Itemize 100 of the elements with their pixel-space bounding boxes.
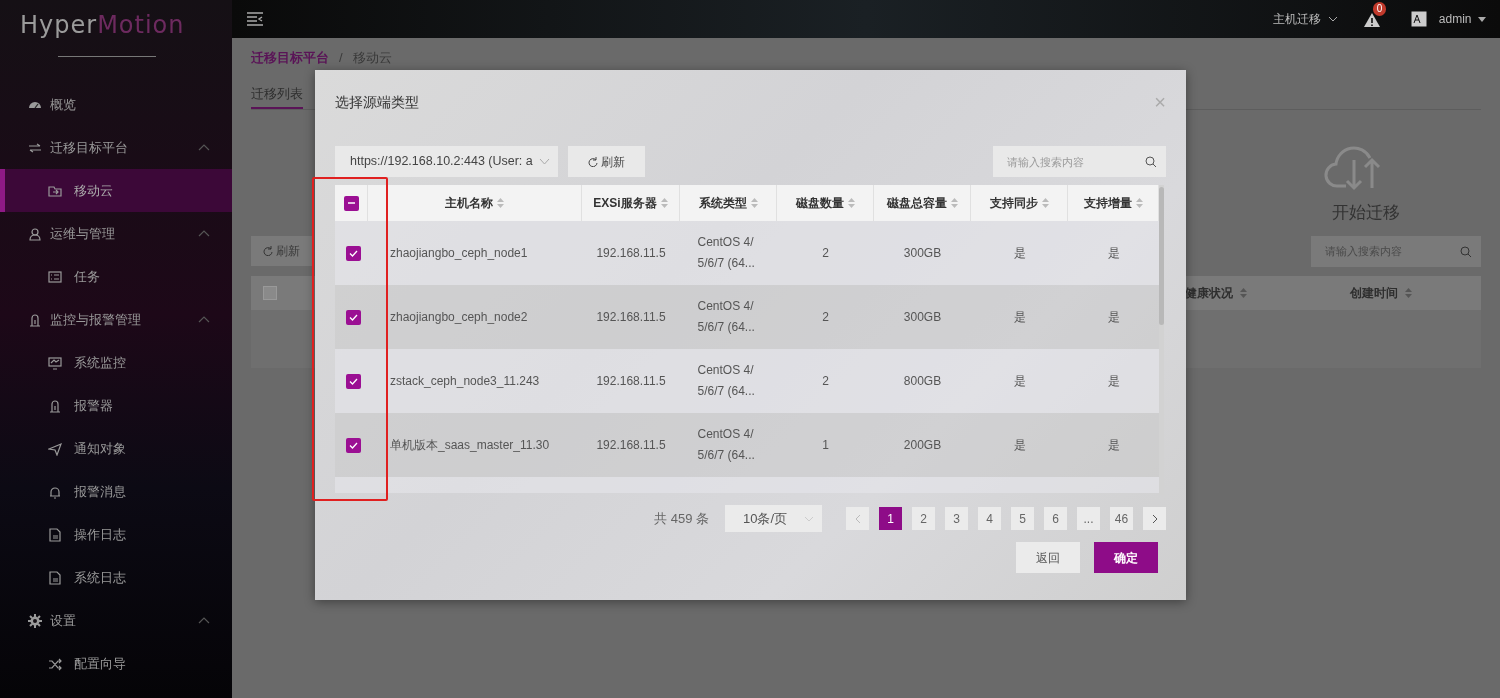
column-header[interactable]: 系统类型	[698, 194, 747, 212]
table-cell-text: 192.168.11.5	[596, 437, 666, 454]
search-icon	[1145, 156, 1157, 168]
table-cell-text: 单机版本_saas_master_11.30	[390, 437, 550, 454]
sidebar-item[interactable]: 迁移目标平台	[0, 126, 232, 169]
page-button[interactable]: ...	[1077, 507, 1100, 530]
table-cell-text: 300GB	[903, 245, 942, 262]
table-cell-text: CentOS 4/5/6/7 (64...	[697, 362, 756, 400]
column-header[interactable]: 磁盘总容量	[886, 194, 947, 212]
sidebar-item[interactable]: 系统监控	[0, 341, 232, 384]
sidebar-item[interactable]: 概览	[0, 83, 232, 126]
column-header[interactable]: 主机名称	[445, 194, 493, 212]
sidebar-item[interactable]: 任务	[0, 255, 232, 298]
table-cell-text: zstack_ceph_node3_11.243	[390, 373, 540, 390]
page-size-select[interactable]: 10条/页	[725, 505, 822, 532]
table-cell-text: CentOS 4/5/6/7 (64...	[697, 426, 756, 464]
back-button[interactable]: 返回	[1016, 542, 1080, 573]
sidebar-item[interactable]: 监控与报警管理	[0, 298, 232, 341]
bell-icon	[48, 484, 62, 499]
refresh-icon	[263, 246, 273, 256]
notification-count-badge: 0	[1372, 2, 1387, 16]
table-cell-text: 2	[822, 373, 829, 390]
siren-icon	[48, 398, 62, 413]
sort-icon[interactable]	[1404, 287, 1412, 298]
column-header[interactable]: EXSi服务器	[593, 194, 657, 212]
total-count: 共 459 条	[654, 509, 709, 528]
menu-icon[interactable]	[246, 12, 264, 26]
table-cell-text: CentOS 4/5/6/7 (64...	[697, 234, 756, 272]
sidebar-item[interactable]: 报警消息	[0, 470, 232, 513]
check-icon	[349, 249, 358, 257]
checkbox[interactable]	[346, 309, 361, 325]
sidebar-item[interactable]: 配置向导	[0, 642, 232, 685]
chevron-down-icon	[804, 515, 814, 522]
caret-icon	[1327, 16, 1338, 22]
page-button[interactable]: 1	[879, 507, 902, 530]
siren-icon	[28, 312, 42, 327]
language-icon[interactable]	[1410, 11, 1427, 27]
warning-icon[interactable]	[1362, 11, 1381, 28]
sidebar-item[interactable]: 移动云	[0, 169, 232, 212]
checkbox[interactable]	[346, 373, 361, 389]
scrollbar-thumb[interactable]	[1159, 187, 1164, 325]
sort-icon[interactable]	[750, 198, 758, 208]
refresh-button[interactable]: 刷新	[568, 146, 646, 177]
table-cell-text: 是	[1107, 309, 1120, 326]
sort-icon[interactable]	[660, 198, 668, 208]
checkbox[interactable]	[263, 285, 277, 300]
table-cell-text: 是	[1107, 373, 1120, 390]
table-cell-text: 192.168.11.5	[596, 373, 666, 390]
page-button[interactable]: 5	[1011, 507, 1034, 530]
sidebar-item[interactable]: 操作日志	[0, 513, 232, 556]
breadcrumb-separator: /	[339, 49, 343, 67]
confirm-button[interactable]: 确定	[1094, 542, 1158, 573]
page-button[interactable]: 4	[978, 507, 1001, 530]
sort-icon[interactable]	[497, 198, 504, 208]
sort-icon[interactable]	[1135, 198, 1143, 208]
table-cell-text: 是	[1013, 309, 1026, 326]
refresh-icon	[588, 156, 598, 167]
table-cell-text: 是	[1013, 437, 1026, 454]
sidebar-item[interactable]: 运维与管理	[0, 212, 232, 255]
app-logo: HyperMotion	[19, 10, 186, 41]
previous-page-button[interactable]	[846, 507, 869, 530]
page-button[interactable]: 6	[1044, 507, 1067, 530]
chevron-up-icon	[198, 316, 210, 323]
source-select[interactable]: https://192.168.10.2:443 (User: a	[335, 146, 558, 177]
host-migration-menu[interactable]: 主机迁移	[1273, 10, 1338, 28]
column-header[interactable]: 支持同步	[989, 194, 1038, 212]
checkbox[interactable]	[343, 195, 359, 211]
column-header[interactable]: 磁盘数量	[795, 194, 844, 212]
page-button[interactable]: 2	[912, 507, 935, 530]
chevron-left-icon	[854, 514, 861, 525]
sidebar-item[interactable]: 通知对象	[0, 427, 232, 470]
caret-icon	[1478, 16, 1486, 22]
sidebar-item[interactable]: 报警器	[0, 384, 232, 427]
check-icon	[349, 377, 358, 385]
checkbox[interactable]	[346, 245, 361, 261]
sort-icon[interactable]	[950, 198, 958, 208]
table-cell-text: CentOS 4/5/6/7 (64...	[697, 298, 756, 336]
sort-icon[interactable]	[847, 198, 855, 208]
sort-icon[interactable]	[1239, 287, 1247, 298]
table-cell-text: 是	[1107, 437, 1120, 454]
document-icon	[48, 527, 62, 542]
sort-icon[interactable]	[1041, 198, 1049, 208]
paper-plane-icon	[48, 441, 62, 456]
minus-icon	[347, 202, 355, 204]
table-cell-text: 300GB	[903, 309, 942, 326]
sidebar-item[interactable]: 系统日志	[0, 556, 232, 599]
checkbox[interactable]	[346, 437, 361, 453]
gear-icon	[28, 613, 42, 628]
next-page-button[interactable]	[1143, 507, 1166, 530]
page-button[interactable]: 46	[1110, 507, 1133, 530]
table-cell-text: 200GB	[903, 437, 942, 454]
sidebar-item[interactable]: 设置	[0, 599, 232, 642]
page-button[interactable]: 3	[945, 507, 968, 530]
column-header[interactable]: 支持增量	[1083, 194, 1132, 212]
user-menu[interactable]: admin	[1438, 10, 1486, 28]
table-cell-text: 是	[1107, 245, 1120, 262]
table-cell-text: zhaojiangbo_ceph_node1	[390, 245, 528, 262]
search-field[interactable]: 请输入搜索内容	[993, 146, 1166, 177]
table-cell-text: 是	[1013, 373, 1026, 390]
table-cell-text: 1	[822, 437, 829, 454]
